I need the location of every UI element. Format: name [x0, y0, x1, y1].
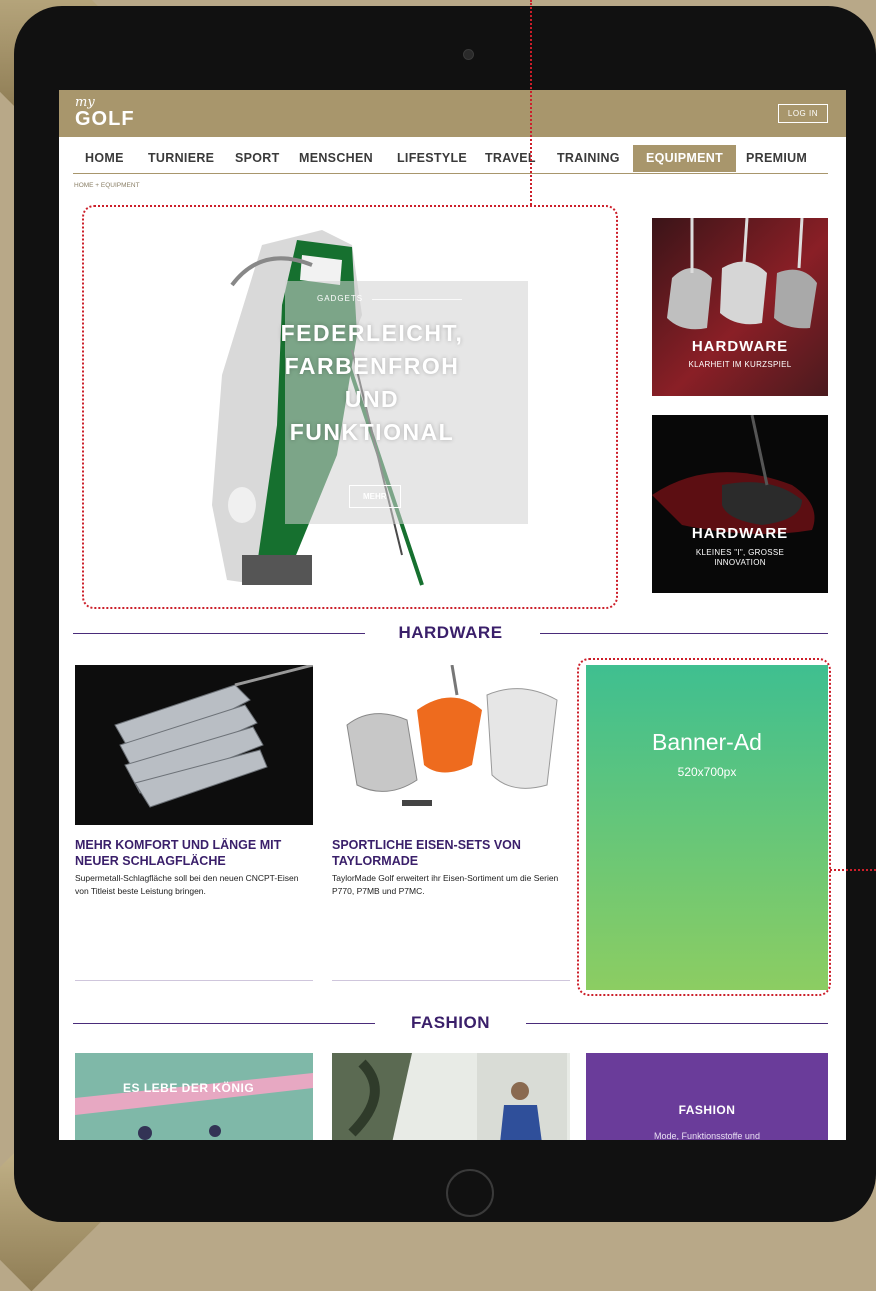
iron-set-image	[114, 665, 313, 808]
side-card-hardware-1[interactable]: HARDWARE KLARHEIT IM KURZSPIEL	[652, 218, 828, 396]
nav-item-premium[interactable]: PREMIUM	[746, 151, 807, 165]
nav-item-travel[interactable]: TRAVEL	[485, 151, 536, 165]
nav-item-lifestyle[interactable]: LIFESTYLE	[397, 151, 467, 165]
front-camera	[463, 49, 474, 60]
exploded-iron-image	[346, 665, 558, 806]
section-line-right	[540, 633, 828, 634]
article-2-excerpt: TaylorMade Golf erweitert ihr Eisen-Sort…	[332, 873, 559, 896]
annotation-hero-outline	[82, 205, 618, 609]
section-heading-hardware: HARDWARE	[73, 623, 828, 643]
nav-item-equipment[interactable]: EQUIPMENT	[633, 145, 737, 172]
nav-item-menschen[interactable]: MENSCHEN	[299, 151, 373, 165]
article-card-2[interactable]: SPORTLICHE EISEN-SETS VON TAYLORMADE Tay…	[332, 665, 570, 985]
home-button[interactable]	[446, 1169, 494, 1217]
article-2-separator	[332, 980, 570, 981]
logo-golf: GOLF	[75, 108, 135, 130]
side-card-2-title: HARDWARE	[691, 525, 789, 542]
article-1-separator	[75, 980, 313, 981]
top-bar: my GOLF LOG IN	[59, 90, 846, 137]
side-card-1-subtitle: KLARHEIT IM KURZSPIEL	[688, 360, 792, 369]
side-card-2-subtitle-line-1: KLEINES "I", GROSSE	[695, 548, 785, 557]
fashion-card-1[interactable]: ES LEBE DER KÖNIG	[75, 1053, 313, 1140]
fashion-card-2[interactable]	[332, 1053, 570, 1140]
section-line-right	[526, 1023, 828, 1024]
fashion-card-1-image	[75, 1073, 313, 1140]
fashion-card-3-subtitle: Mode, Funktionsstoffe und	[654, 1131, 760, 1140]
article-1-excerpt: Supermetall-Schlagfläche soll bei den ne…	[75, 873, 299, 896]
login-button[interactable]: LOG IN	[777, 104, 828, 123]
side-card-1-title: HARDWARE	[691, 338, 789, 355]
side-card-2-subtitle-line-2: INNOVATION	[714, 558, 766, 567]
article-1-image	[75, 665, 313, 825]
fashion-card-3-title: FASHION	[678, 1103, 736, 1117]
fashion-card-2-image	[332, 1053, 567, 1140]
nav-item-turniere[interactable]: TURNIERE	[148, 151, 214, 165]
site-logo[interactable]: my GOLF	[75, 96, 135, 130]
annotation-pointer-banner	[830, 869, 876, 871]
nav-item-home[interactable]: HOME	[85, 151, 124, 165]
article-card-1[interactable]: MEHR KOMFORT UND LÄNGE MIT NEUER SCHLAGF…	[75, 665, 313, 985]
article-2-title[interactable]: SPORTLICHE EISEN-SETS VON TAYLORMADE	[332, 837, 570, 869]
nav-divider	[73, 173, 828, 174]
side-card-hardware-2[interactable]: HARDWARE KLEINES "I", GROSSE INNOVATION	[652, 415, 828, 593]
article-1-title[interactable]: MEHR KOMFORT UND LÄNGE MIT NEUER SCHLAGF…	[75, 837, 313, 869]
nav-item-sport[interactable]: SPORT	[235, 151, 280, 165]
nav-item-training[interactable]: TRAINING	[557, 151, 620, 165]
fashion-card-1-overlay: ES LEBE DER KÖNIG	[123, 1081, 255, 1095]
article-2-image	[332, 665, 570, 825]
breadcrumb[interactable]: HOME + EQUIPMENT	[74, 182, 140, 189]
annotation-pointer-hero	[530, 0, 532, 205]
main-nav: HOME TURNIERE SPORT MENSCHEN LIFESTYLE T…	[59, 137, 846, 173]
fashion-card-3[interactable]: FASHION Mode, Funktionsstoffe und	[586, 1053, 828, 1140]
section-heading-fashion: FASHION	[73, 1013, 828, 1033]
annotation-banner-outline	[577, 658, 831, 996]
